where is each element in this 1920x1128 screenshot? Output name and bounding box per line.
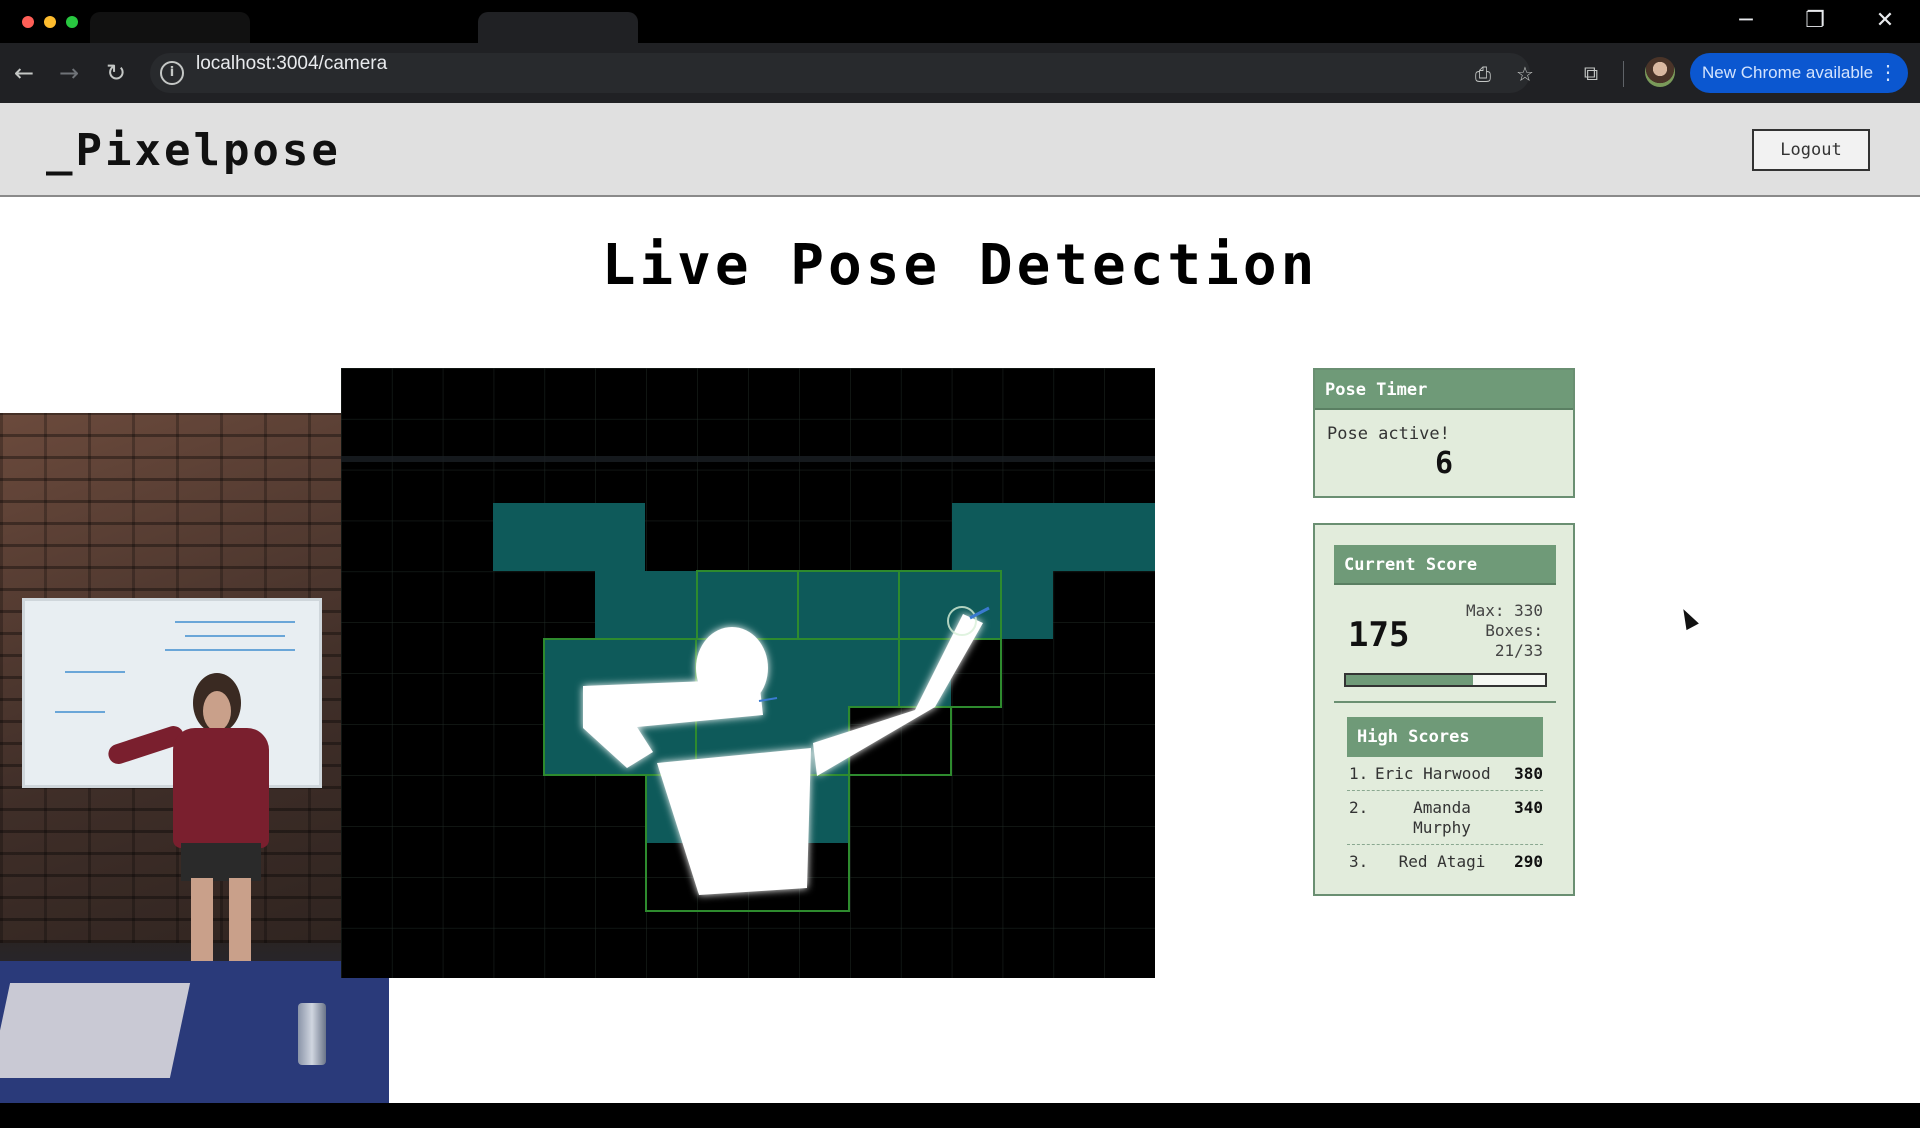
kebab-icon[interactable]: ⋮ <box>1878 53 1898 93</box>
boxes-value: 21/33 <box>1494 641 1543 660</box>
browser-tab-active[interactable] <box>478 12 638 44</box>
camera-feed <box>0 413 389 1103</box>
score-panel: Current Score 175 Max: 330 Boxes: 21/33 … <box>1313 523 1575 896</box>
bottom-edge <box>0 1103 1920 1128</box>
window-close-dot[interactable] <box>22 16 34 28</box>
high-score-value: 380 <box>1514 764 1543 783</box>
high-score-row: 3. Red Atagi 290 <box>1347 845 1543 878</box>
score-progress-fill <box>1346 675 1474 685</box>
player-person <box>105 673 275 968</box>
app-logo[interactable]: _Pixelpose <box>46 125 341 176</box>
logout-button[interactable]: Logout <box>1752 129 1870 171</box>
url-text[interactable]: localhost:3004/camera <box>196 53 387 93</box>
laptop <box>0 983 191 1078</box>
browser-tab-strip: ─ ❐ ✕ <box>0 0 1920 44</box>
boxes-label: Boxes: <box>1485 621 1543 640</box>
pose-game-canvas <box>341 368 1155 978</box>
browser-tab[interactable] <box>300 12 460 44</box>
profile-avatar[interactable] <box>1645 57 1675 87</box>
high-score-name: Eric Harwood <box>1375 764 1491 783</box>
bookmark-star-icon[interactable]: ☆ <box>1512 61 1538 87</box>
site-info-icon[interactable]: i <box>160 61 184 85</box>
score-meta: Max: 330 Boxes: 21/33 <box>1443 601 1543 661</box>
max-score-text: Max: 330 <box>1465 601 1543 620</box>
high-score-value: 340 <box>1514 798 1543 817</box>
high-scores-heading: High Scores <box>1347 717 1543 757</box>
toolbar-divider <box>1623 61 1624 87</box>
current-score-heading: Current Score <box>1334 545 1556 585</box>
page-title: Live Pose Detection <box>601 233 1319 298</box>
reload-icon[interactable]: ↻ <box>100 57 132 89</box>
pose-countdown: 6 <box>1434 446 1454 481</box>
restore-icon[interactable]: ❐ <box>1795 6 1835 36</box>
window-minimize-dot[interactable] <box>44 16 56 28</box>
extensions-icon[interactable]: ⧉ <box>1575 57 1607 89</box>
high-score-rank: 2. <box>1349 798 1369 817</box>
close-icon[interactable]: ✕ <box>1865 6 1905 36</box>
current-score-value: 175 <box>1348 615 1410 655</box>
address-bar[interactable]: i localhost:3004/camera ⎙ ☆ <box>150 53 1534 93</box>
browser-tab[interactable] <box>90 12 250 44</box>
high-score-row: 1. Eric Harwood 380 <box>1347 757 1543 791</box>
high-scores: High Scores 1. Eric Harwood 380 2. Amand… <box>1347 717 1543 878</box>
app-header: _Pixelpose Logout <box>0 103 1920 197</box>
mouse-cursor-icon <box>1677 605 1699 631</box>
forward-icon[interactable]: → <box>53 57 85 89</box>
install-icon[interactable]: ⎙ <box>1470 61 1496 87</box>
pose-timer-panel: Pose Timer Pose active! 6 <box>1313 368 1575 498</box>
browser-toolbar: ← → ↻ i localhost:3004/camera ⎙ ☆ ⧉ New … <box>0 43 1920 103</box>
pose-timer-heading: Pose Timer <box>1315 370 1573 410</box>
score-divider <box>1334 701 1556 703</box>
high-score-rank: 3. <box>1349 852 1369 871</box>
back-icon[interactable]: ← <box>8 57 40 89</box>
high-score-row: 2. Amanda Murphy 340 <box>1347 791 1543 845</box>
pose-status-text: Pose active! <box>1327 424 1450 444</box>
update-chrome-button[interactable]: New Chrome available ⋮ <box>1690 53 1908 93</box>
minimize-icon[interactable]: ─ <box>1726 6 1766 36</box>
score-progress-bar <box>1344 673 1547 687</box>
page-content: _Pixelpose Logout Live Pose Detection Po… <box>0 103 1920 1103</box>
drink-can <box>298 1003 326 1065</box>
window-zoom-dot[interactable] <box>66 16 78 28</box>
high-score-name: Amanda Murphy <box>1413 798 1471 837</box>
pose-game-svg <box>341 368 1155 978</box>
update-chrome-label: New Chrome available <box>1702 63 1874 82</box>
high-score-rank: 1. <box>1349 764 1369 783</box>
high-score-name: Red Atagi <box>1398 852 1486 871</box>
high-score-value: 290 <box>1514 852 1543 871</box>
